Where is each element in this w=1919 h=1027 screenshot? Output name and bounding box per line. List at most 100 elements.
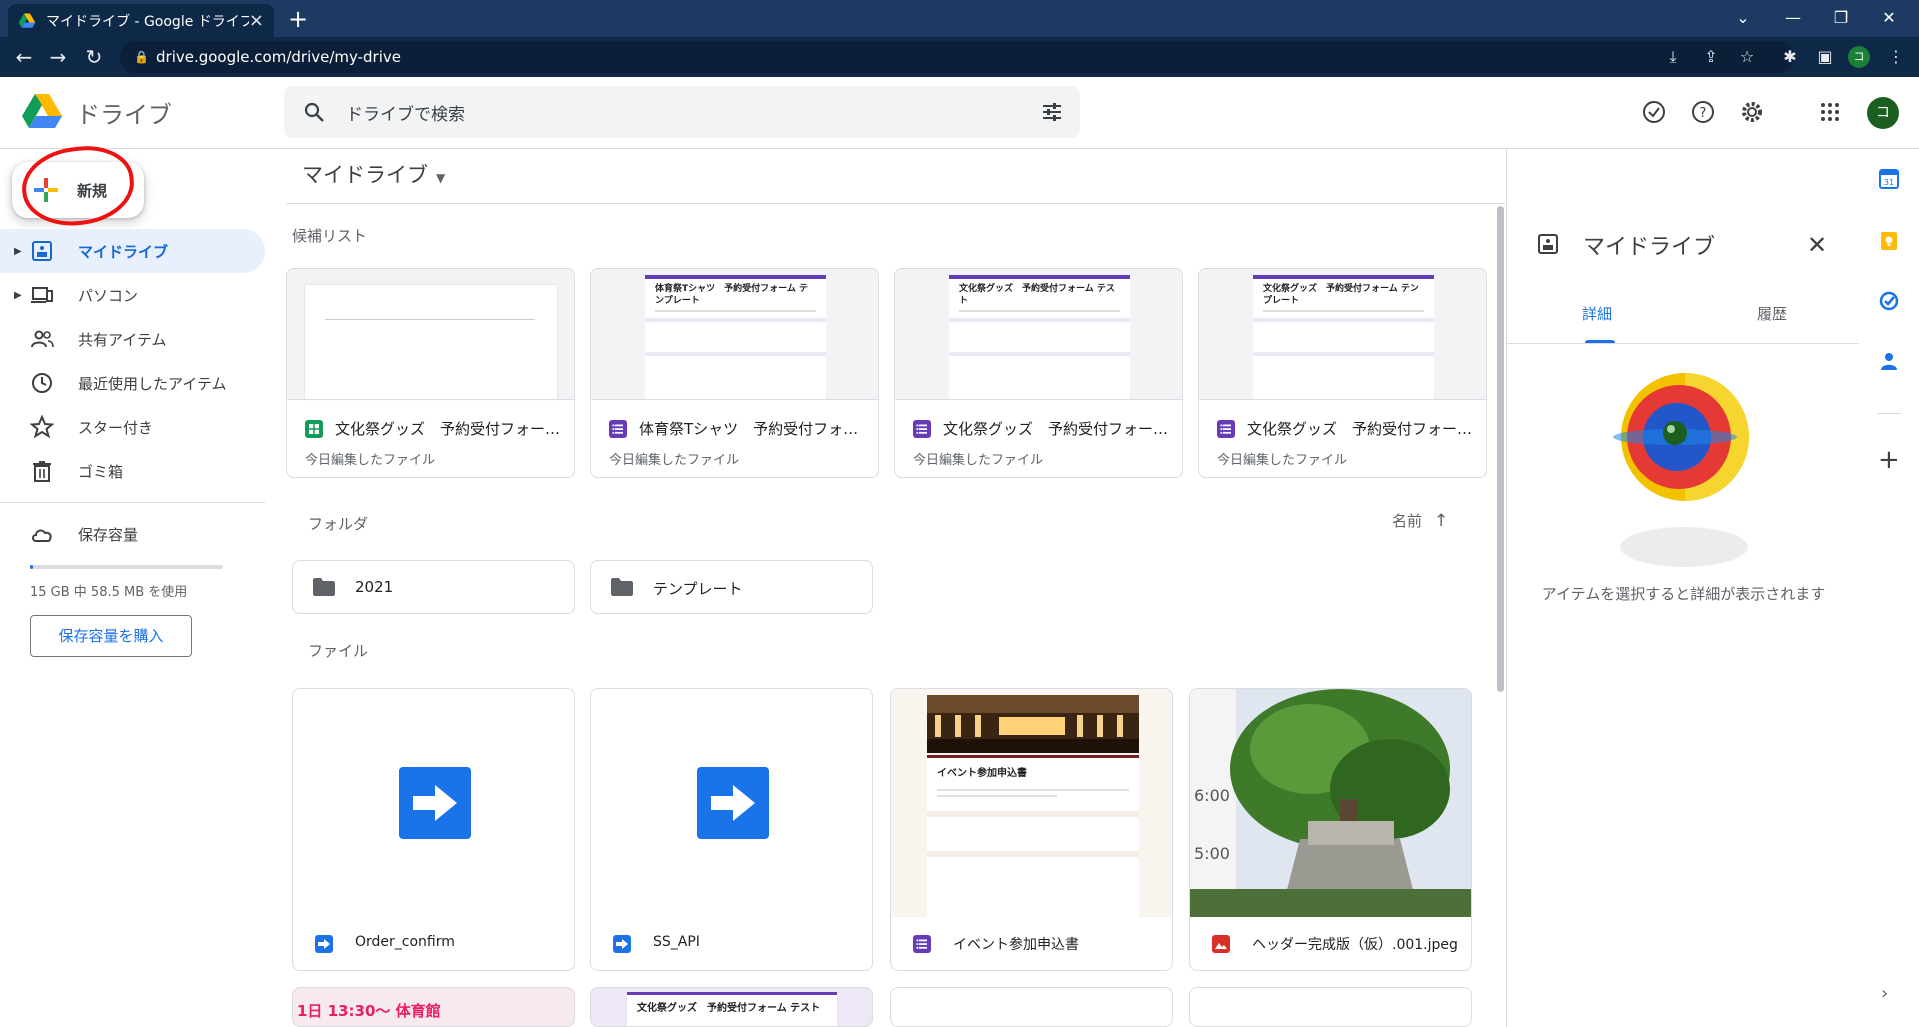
star-icon (30, 415, 54, 439)
apps-grid-icon[interactable] (1817, 99, 1843, 125)
file-card[interactable]: 1日 13:30〜 体育館 (292, 987, 575, 1027)
folder-item[interactable]: 2021 (292, 560, 575, 614)
restore-button[interactable]: ❐ (1818, 6, 1864, 30)
close-icon[interactable]: ✕ (1807, 231, 1827, 259)
sort-toggle[interactable]: 名前 ↑ (1392, 510, 1448, 531)
arrow-up-icon: ↑ (1434, 511, 1449, 531)
apps-script-icon (613, 935, 631, 953)
form-preview-block (645, 352, 826, 380)
tab-details[interactable]: 詳細 (1582, 303, 1612, 324)
image-file-icon (1212, 935, 1230, 953)
form-preview: イベント参加申込書 (927, 755, 1139, 917)
cloud-icon (32, 529, 52, 542)
file-thumbnail: 6:00 5:00 (1190, 689, 1471, 917)
form-preview-title: 文化祭グッズ 予約受付フォーム テンプレート (1263, 284, 1419, 306)
browser-profile-avatar[interactable]: コ (1848, 46, 1870, 68)
file-card[interactable]: Order_confirm (292, 688, 575, 971)
side-panel-icon[interactable]: ▣ (1815, 47, 1835, 67)
sidebar-item-recent[interactable]: 最近使用したアイテム (0, 361, 265, 405)
file-card[interactable]: イベント参加申込書 イベント参加申込書 (890, 688, 1173, 971)
close-window-button[interactable]: ✕ (1866, 6, 1912, 30)
apps-script-arrow-icon (399, 767, 471, 839)
sidebar-item-my-drive[interactable]: ▶ マイドライブ (0, 229, 265, 273)
breadcrumb[interactable]: マイドライブ ▼ (302, 159, 445, 189)
rail-divider (1877, 413, 1901, 414)
file-card[interactable] (890, 987, 1173, 1027)
search-input[interactable]: ドライブで検索 (284, 86, 1080, 138)
address-bar[interactable]: 🔒 drive.google.com/drive/my-drive (120, 41, 1794, 73)
sidebar-item-storage[interactable]: 保存容量 (0, 512, 265, 556)
forms-icon (609, 420, 627, 438)
minimize-button[interactable]: — (1770, 6, 1816, 30)
expand-caret-icon[interactable]: ▶ (14, 246, 22, 257)
browser-toolbar: ← → ↻ 🔒 drive.google.com/drive/my-drive … (0, 37, 1919, 77)
file-card[interactable]: SS_API (590, 688, 873, 971)
contacts-icon[interactable] (1879, 351, 1899, 371)
file-card[interactable]: 文化祭グッズ 予約受付フォーム テスト (590, 987, 873, 1027)
forms-icon (913, 935, 931, 953)
tab-history[interactable]: 履歴 (1757, 303, 1787, 324)
chevron-right-icon[interactable]: › (1881, 983, 1888, 1004)
bookmark-star-icon[interactable]: ☆ (1737, 47, 1757, 67)
drive-logo-icon[interactable] (22, 93, 62, 129)
form-preview-line (655, 310, 816, 312)
sidebar-item-trash[interactable]: ゴミ箱 (0, 449, 265, 493)
trash-icon (33, 461, 51, 482)
back-icon[interactable]: ← (12, 45, 36, 69)
sheet-preview (305, 285, 557, 399)
add-addon-plus-icon[interactable]: + (1878, 445, 1900, 475)
file-thumbnail (591, 689, 872, 917)
sidebar-item-label: スター付き (78, 418, 154, 437)
sidebar-item-label: マイドライブ (78, 242, 169, 261)
browser-tab[interactable]: マイドライブ - Google ドライブ × (8, 4, 274, 37)
keep-icon[interactable] (1879, 231, 1899, 251)
main-scrollbar-thumb[interactable] (1497, 206, 1504, 692)
sidebar-item-computers[interactable]: ▶ パソコン (0, 273, 265, 317)
file-card[interactable]: 6:00 5:00 ヘッダー完成版（仮）.001.jpeg (1189, 688, 1472, 971)
file-card[interactable] (1189, 987, 1472, 1027)
form-preview: 文化祭グッズ 予約受付フォーム テンプレート (1253, 275, 1434, 399)
card-meta: Order_confirm (293, 917, 574, 970)
extensions-icon[interactable]: ✱ (1780, 47, 1800, 67)
folder-name: 2021 (355, 578, 394, 596)
offline-ready-icon[interactable] (1641, 99, 1667, 125)
tab-close-icon[interactable]: × (249, 10, 264, 31)
account-avatar[interactable]: コ (1867, 97, 1899, 129)
file-subtitle: 今日編集したファイル (913, 453, 1044, 468)
suggested-card[interactable]: 体育祭Tシャツ 予約受付フォーム テンプレート 体育祭Tシャツ 予約受付フォー…… (590, 268, 879, 478)
card-meta: ヘッダー完成版（仮）.001.jpeg (1190, 917, 1471, 970)
form-preview-line (937, 789, 1129, 791)
tab-search-icon[interactable]: ⌄ (1720, 6, 1766, 30)
expand-caret-icon[interactable]: ▶ (14, 290, 22, 301)
browser-menu-icon[interactable]: ⋮ (1886, 47, 1906, 67)
sidebar-item-starred[interactable]: スター付き (0, 405, 265, 449)
share-icon[interactable]: ⇪ (1701, 47, 1721, 67)
forward-icon[interactable]: → (46, 45, 70, 69)
form-preview: 文化祭グッズ 予約受付フォーム テスト (949, 275, 1130, 399)
tasks-icon[interactable] (1879, 291, 1899, 311)
storage-progress-bar (30, 565, 223, 569)
suggested-card[interactable]: 文化祭グッズ 予約受付フォーム テンプレート 文化祭グッズ 予約受付フォー… 今… (1198, 268, 1487, 478)
card-meta: 文化祭グッズ 予約受付フォー… 今日編集したファイル (1199, 399, 1486, 477)
calendar-icon[interactable]: 31 (1879, 169, 1899, 189)
help-icon[interactable]: ? (1690, 99, 1716, 125)
svg-text:?: ? (1700, 106, 1707, 121)
folder-item[interactable]: テンプレート (590, 560, 873, 614)
details-panel: マイドライブ ✕ 詳細 履歴 アイテムを選択すると詳細が表示されます (1506, 149, 1860, 1027)
search-icon[interactable] (302, 100, 326, 124)
suggested-card[interactable]: 文化祭グッズ 予約受付フォーム テスト 文化祭グッズ 予約受付フォー… 今日編集… (894, 268, 1183, 478)
search-options-icon[interactable] (1040, 100, 1064, 124)
sidebar-item-shared[interactable]: 共有アイテム (0, 317, 265, 361)
svg-text:31: 31 (1884, 178, 1894, 187)
form-preview-line (959, 310, 1120, 312)
apps-script-arrow-icon (697, 767, 769, 839)
suggested-card[interactable]: 文化祭グッズ 予約受付フォー… 今日編集したファイル (286, 268, 575, 478)
install-icon[interactable]: ⤓ (1663, 47, 1683, 67)
form-preview-block (949, 352, 1130, 380)
sidebar-item-label: 最近使用したアイテム (78, 374, 227, 393)
settings-gear-icon[interactable] (1739, 99, 1765, 125)
reload-icon[interactable]: ↻ (82, 45, 106, 69)
form-preview-block (1253, 352, 1434, 380)
new-tab-button[interactable]: + (284, 6, 312, 34)
buy-storage-button[interactable]: 保存容量を購入 (30, 615, 192, 657)
